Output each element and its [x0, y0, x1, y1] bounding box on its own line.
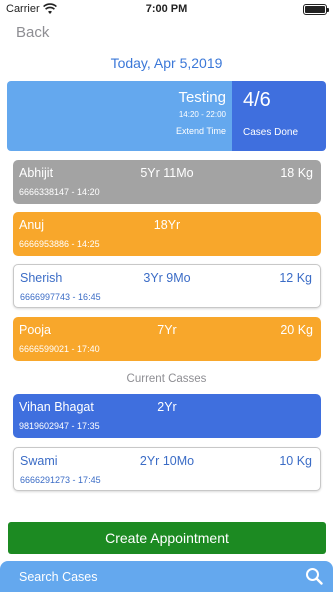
patient-age: 2Yr [157, 400, 177, 414]
patient-age: 2Yr 10Mo [139, 454, 195, 468]
patient-phone-time: 9819602947 - 17:35 [19, 421, 100, 431]
patient-weight: 12 Kg [279, 271, 312, 285]
extend-time-button[interactable]: Extend Time [176, 126, 226, 136]
current-cases-heading: Current Casses [126, 373, 207, 385]
clock-label: 7:00 PM [145, 3, 188, 15]
search-icon[interactable] [305, 567, 323, 585]
patient-phone-time: 6666338147 - 14:20 [19, 187, 100, 197]
patient-phone-time: 6666291273 - 17:45 [20, 475, 101, 485]
cases-done-count: 4/6 [243, 89, 271, 111]
patient-age: 7Yr [157, 323, 177, 337]
patient-age: 5Yr 11Mo [140, 166, 194, 180]
cases-done-panel: 4/6 Cases Done [232, 81, 326, 151]
appointment-card[interactable]: Anuj 18Yr 6666953886 - 14:25 [13, 212, 321, 256]
patient-weight: 18 Kg [280, 166, 313, 180]
create-appointment-button[interactable]: Create Appointment [8, 522, 326, 554]
session-info-panel: Testing 14:20 - 22:00 Extend Time [7, 81, 232, 151]
patient-age: 3Yr 9Mo [143, 271, 191, 285]
appointment-card[interactable]: Abhijit 5Yr 11Mo 18 Kg 6666338147 - 14:2… [13, 160, 321, 204]
patient-phone-time: 6666599021 - 17:40 [19, 344, 100, 354]
session-summary-card: Testing 14:20 - 22:00 Extend Time 4/6 Ca… [7, 81, 326, 151]
patient-weight: 20 Kg [280, 323, 313, 337]
appointment-card[interactable]: Sherish 3Yr 9Mo 12 Kg 6666997743 - 16:45 [13, 264, 321, 308]
back-button[interactable]: Back [16, 24, 49, 41]
appointment-card[interactable]: Pooja 7Yr 20 Kg 6666599021 - 17:40 [13, 317, 321, 361]
session-title: Testing [178, 89, 226, 106]
patient-phone-time: 6666997743 - 16:45 [20, 292, 101, 302]
search-cases-bar[interactable]: Search Cases [0, 561, 333, 592]
battery-icon [303, 4, 329, 15]
current-case-card[interactable]: Swami 2Yr 10Mo 10 Kg 6666291273 - 17:45 [13, 447, 321, 491]
date-label: Today, Apr 5,2019 [110, 55, 223, 71]
status-bar: Carrier 7:00 PM [0, 0, 333, 20]
patient-weight: 10 Kg [279, 454, 312, 468]
current-case-card[interactable]: Vihan Bhagat 2Yr 9819602947 - 17:35 [13, 394, 321, 438]
patient-age: 18Yr [153, 218, 181, 232]
search-cases-label: Search Cases [19, 570, 98, 584]
patient-phone-time: 6666953886 - 14:25 [19, 239, 100, 249]
session-hours: 14:20 - 22:00 [178, 110, 226, 119]
cases-done-label: Cases Done [243, 127, 299, 138]
